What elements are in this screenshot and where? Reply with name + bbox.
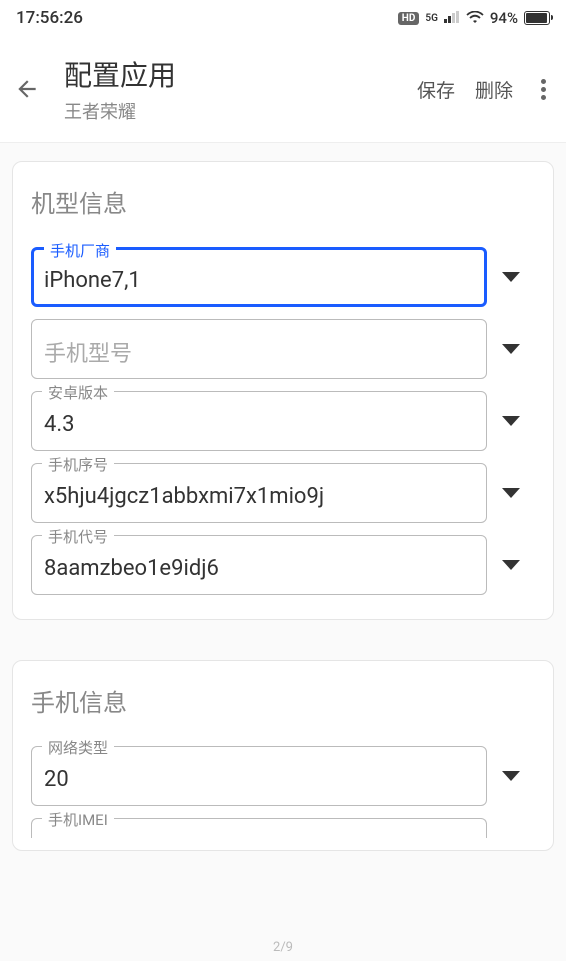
dropdown-android[interactable] [487, 416, 535, 426]
field-row-codename: 手机代号 8aamzbeo1e9idj6 [31, 535, 535, 595]
status-bar: 17:56:26 HD 5G 94% [0, 0, 566, 36]
field-row-model: 手机型号 [31, 319, 535, 379]
network-type: 5G [425, 13, 438, 24]
device-info-card: 机型信息 手机厂商 iPhone7,1 手机型号 安卓版本 4.3 手机序号 [12, 161, 554, 620]
header-actions: 保存 删除 [417, 76, 554, 103]
wifi-icon [466, 11, 484, 25]
field-row-network-type: 网络类型 20 [31, 746, 535, 806]
more-menu-button[interactable] [533, 79, 554, 100]
chevron-down-icon [502, 416, 520, 426]
signal-icon [444, 8, 460, 28]
field-row-serial: 手机序号 x5hju4jgcz1abbxmi7x1mio9j [31, 463, 535, 523]
field-value: 8aamzbeo1e9idj6 [44, 556, 474, 581]
field-label: 安卓版本 [42, 382, 114, 403]
chevron-down-icon [502, 771, 520, 781]
field-value: 4.3 [44, 412, 474, 437]
content: 机型信息 手机厂商 iPhone7,1 手机型号 安卓版本 4.3 手机序号 [0, 143, 566, 869]
page-subtitle: 王者荣耀 [64, 98, 417, 124]
status-time: 17:56:26 [16, 8, 83, 28]
field-network-type[interactable]: 网络类型 20 [31, 746, 487, 806]
field-label: 手机厂商 [44, 240, 116, 261]
field-row-android: 安卓版本 4.3 [31, 391, 535, 451]
chevron-down-icon [502, 560, 520, 570]
field-placeholder: 手机型号 [44, 336, 132, 368]
dropdown-serial[interactable] [487, 488, 535, 498]
field-android[interactable]: 安卓版本 4.3 [31, 391, 487, 451]
header-title-block: 配置应用 王者荣耀 [64, 54, 417, 124]
dropdown-network-type[interactable] [487, 771, 535, 781]
chevron-down-icon [502, 488, 520, 498]
chevron-down-icon [502, 272, 520, 282]
page-title: 配置应用 [64, 54, 417, 94]
field-value: iPhone7,1 [44, 268, 474, 293]
field-value: x5hju4jgcz1abbxmi7x1mio9j [44, 484, 474, 509]
field-codename[interactable]: 手机代号 8aamzbeo1e9idj6 [31, 535, 487, 595]
field-value: 20 [44, 767, 474, 792]
chevron-down-icon [502, 344, 520, 354]
field-model[interactable]: 手机型号 [31, 319, 487, 379]
card-title-phone: 手机信息 [31, 683, 535, 718]
field-row-vendor: 手机厂商 iPhone7,1 [31, 247, 535, 307]
field-label: 手机代号 [42, 526, 114, 547]
field-imei[interactable]: 手机IMEI [31, 818, 487, 838]
dropdown-vendor[interactable] [487, 272, 535, 282]
phone-info-card: 手机信息 网络类型 20 手机IMEI [12, 660, 554, 851]
battery-percent: 94% [490, 9, 518, 27]
field-serial[interactable]: 手机序号 x5hju4jgcz1abbxmi7x1mio9j [31, 463, 487, 523]
delete-button[interactable]: 删除 [475, 76, 513, 103]
dropdown-codename[interactable] [487, 560, 535, 570]
save-button[interactable]: 保存 [417, 76, 455, 103]
card-title-device: 机型信息 [31, 184, 535, 219]
battery-icon [524, 11, 550, 25]
field-label: 手机序号 [42, 454, 114, 475]
dropdown-model[interactable] [487, 344, 535, 354]
hd-badge: HD [398, 12, 420, 25]
field-vendor[interactable]: 手机厂商 iPhone7,1 [31, 247, 487, 307]
app-header: 配置应用 王者荣耀 保存 删除 [0, 36, 566, 143]
field-row-imei: 手机IMEI [31, 818, 535, 838]
field-label: 手机IMEI [42, 809, 114, 830]
page-indicator: 2/9 [273, 940, 293, 955]
field-label: 网络类型 [42, 737, 114, 758]
back-button[interactable] [12, 76, 42, 102]
status-right: HD 5G 94% [398, 8, 550, 28]
